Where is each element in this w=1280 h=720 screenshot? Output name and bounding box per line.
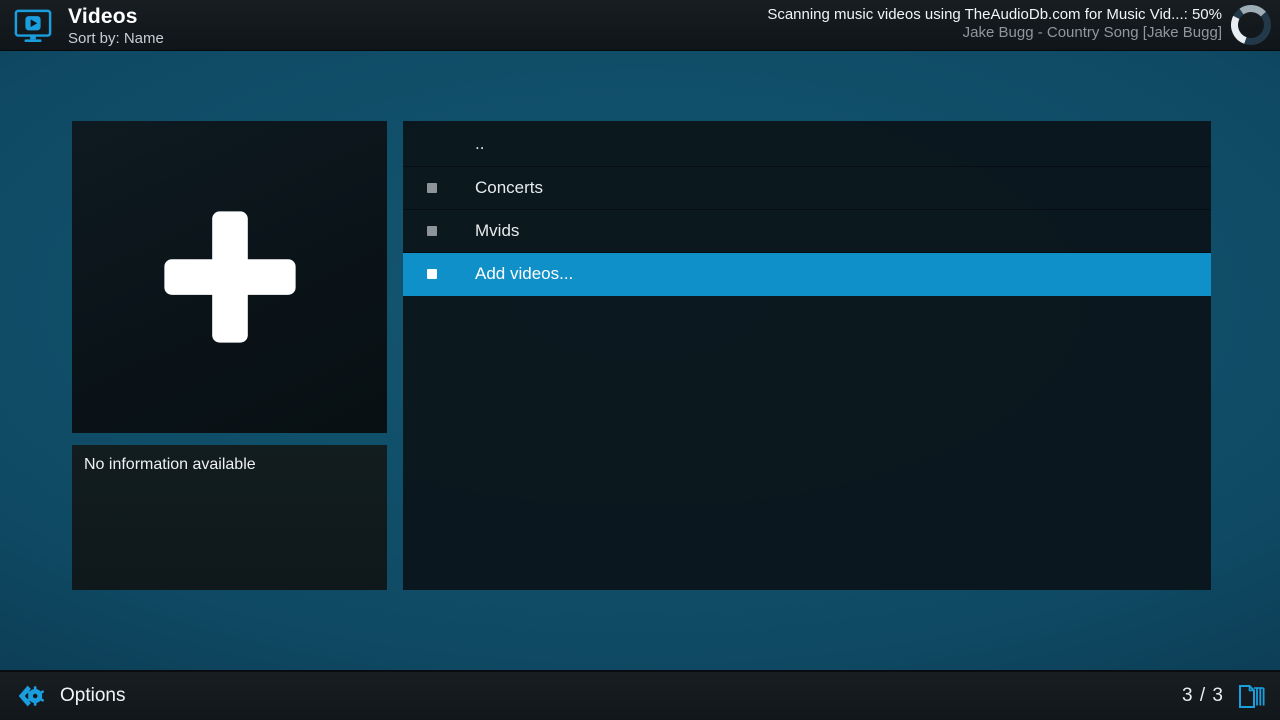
list-item-parent-dir[interactable]: .. [403, 121, 1211, 167]
list-item-concerts[interactable]: Concerts [403, 167, 1211, 210]
bottom-bar: Options 3 / 3 [0, 670, 1280, 720]
folder-bullet-icon [427, 269, 437, 279]
top-bar-left: Videos Sort by: Name [14, 6, 164, 46]
list-item-mvids[interactable]: Mvids [403, 210, 1211, 253]
list-position-label: 3 / 3 [1182, 685, 1224, 707]
folder-bullet-icon [427, 226, 437, 236]
list-item-label: Mvids [475, 221, 519, 241]
scan-status-text: Scanning music videos using TheAudioDb.c… [767, 7, 1222, 22]
file-list: .. Concerts Mvids Add videos... [403, 121, 1211, 590]
thumbnail-preview [72, 121, 387, 433]
options-gear-icon [14, 680, 46, 712]
no-information-text: No information available [84, 456, 375, 474]
busy-spinner-icon [1229, 3, 1273, 47]
stacked-pages-icon [1236, 681, 1266, 711]
info-panel: No information available [72, 445, 387, 590]
list-item-label: Add videos... [475, 264, 573, 284]
list-position-block: 3 / 3 [1182, 672, 1266, 720]
folder-bullet-icon [427, 183, 437, 193]
list-item-label: Concerts [475, 178, 543, 198]
options-label: Options [60, 685, 125, 707]
options-button[interactable]: Options [14, 672, 125, 720]
scan-status-block: Scanning music videos using TheAudioDb.c… [767, 7, 1222, 40]
list-item-add-videos[interactable]: Add videos... [403, 253, 1211, 296]
videos-tv-play-icon [14, 8, 52, 46]
list-item-label: .. [475, 134, 484, 154]
title-block: Videos Sort by: Name [68, 6, 164, 46]
scan-item-text: Jake Bugg - Country Song [Jake Bugg] [767, 25, 1222, 40]
sort-by-label: Sort by: Name [68, 31, 164, 46]
page-title: Videos [68, 6, 164, 27]
top-bar: Videos Sort by: Name Scanning music vide… [0, 0, 1280, 51]
plus-icon [155, 202, 305, 352]
